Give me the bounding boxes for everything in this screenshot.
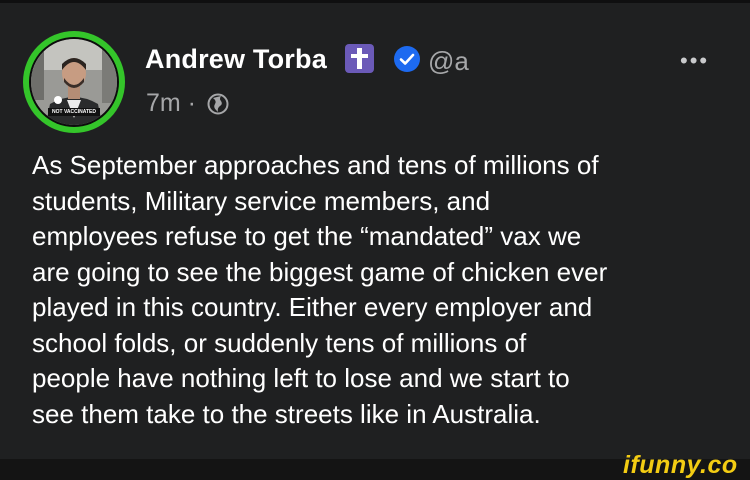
globe-icon (207, 93, 229, 115)
avatar[interactable]: NOT VACCINATED (22, 30, 126, 134)
more-options-icon[interactable]: ••• (680, 48, 709, 74)
post-timestamp[interactable]: 7m · (146, 89, 196, 118)
post-text: As September approaches and tens of mill… (32, 150, 608, 429)
cross-icon (345, 44, 374, 73)
author-handle[interactable]: @a (428, 46, 469, 77)
author-name[interactable]: Andrew Torba (145, 44, 327, 75)
avatar-caption: NOT VACCINATED (52, 109, 96, 115)
watermark-logo: ifunny.co (623, 451, 738, 479)
verified-check-icon (394, 46, 420, 72)
top-border (0, 0, 750, 3)
avatar-image (23, 31, 125, 133)
